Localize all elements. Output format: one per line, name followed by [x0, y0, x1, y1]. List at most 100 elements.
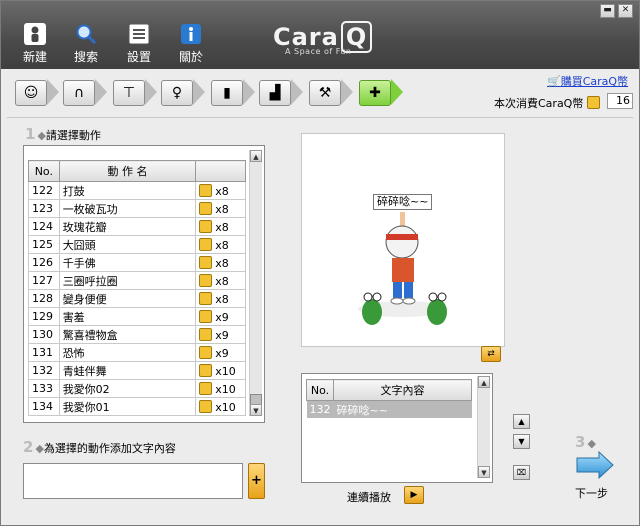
step-action[interactable]: ✚ — [359, 80, 391, 106]
new-button[interactable]: 新建 — [13, 23, 57, 65]
row-cost-value: x8 — [215, 256, 229, 270]
action-text-input[interactable] — [23, 463, 243, 499]
row-action-name: 打鼓 — [58, 181, 197, 200]
row-no: 122 — [28, 181, 60, 200]
minimize-button[interactable]: ▬ — [600, 4, 615, 18]
table-row[interactable]: 125 大囧頭 x8 — [28, 235, 246, 254]
table-row[interactable]: 123 一枚破瓦功 x8 — [28, 199, 246, 218]
row-cost: x8 — [195, 235, 246, 254]
step-arrow — [291, 79, 303, 105]
action-list: No. 動 作 名 122 打鼓 x8 123 一枚破瓦功 x8 124 玫瑰花瓣 x8 125 大… — [23, 145, 265, 423]
new-label: 新建 — [22, 50, 47, 64]
scroll-up-button[interactable]: ▲ — [250, 150, 262, 162]
text-scrollbar[interactable]: ▲ ▼ — [477, 376, 490, 478]
section1-num: 1 — [25, 125, 36, 143]
col-no[interactable]: No. — [28, 160, 60, 182]
table-row[interactable]: 132 青蛙伴舞 x10 — [28, 361, 246, 380]
play-button[interactable]: ▶ — [404, 486, 424, 504]
row-action-name: 青蛙伴舞 — [58, 361, 197, 380]
table-row[interactable]: 126 千手佛 x8 — [28, 253, 246, 272]
coin-icon — [199, 183, 213, 197]
character — [385, 212, 419, 305]
scroll-up-button[interactable]: ▲ — [478, 376, 490, 388]
action-table: No. 動 作 名 122 打鼓 x8 123 一枚破瓦功 x8 124 玫瑰花瓣 x8 125 大… — [28, 160, 246, 416]
add-text-button[interactable]: + — [248, 463, 265, 499]
row-no: 129 — [28, 307, 60, 326]
close-button[interactable]: ✕ — [618, 4, 633, 18]
text-row[interactable]: 132 碎碎唸~~ — [306, 400, 472, 418]
step-shirt[interactable]: ⊤ — [113, 80, 145, 106]
frog-left — [362, 292, 382, 325]
row-no: 127 — [28, 271, 60, 290]
avatar-preview — [301, 133, 505, 347]
step3-num-text: 3 — [575, 433, 586, 451]
step-hair[interactable]: ∩ — [63, 80, 95, 106]
move-down-button[interactable]: ▼ — [513, 434, 530, 449]
step-stairs[interactable]: ▟ — [259, 80, 291, 106]
search-label: 搜索 — [73, 50, 98, 64]
table-row[interactable]: 127 三圈呼拉圈 x8 — [28, 271, 246, 290]
step-arrow — [95, 79, 107, 105]
table-row[interactable]: 129 害羞 x9 — [28, 307, 246, 326]
step-arrow — [193, 79, 205, 105]
table-row[interactable]: 124 玫瑰花瓣 x8 — [28, 217, 246, 236]
row-action-name: 三圈呼拉圈 — [58, 271, 197, 290]
trash-icon: ⌧ — [516, 468, 527, 477]
section1-title: 1 ◆請選擇動作 — [25, 125, 101, 143]
row-no: 133 — [28, 379, 60, 398]
step-accessory[interactable]: ♀ — [161, 80, 193, 106]
table-row[interactable]: 133 我愛你02 x10 — [28, 379, 246, 398]
step-arrow — [47, 79, 59, 105]
col-action-name[interactable]: 動 作 名 — [58, 160, 197, 182]
buy-caraq-link[interactable]: 🛒購買CaraQ幣 — [547, 73, 628, 89]
row-cost-value: x10 — [215, 382, 236, 396]
spend-label: 本次消費CaraQ幣 — [494, 95, 600, 111]
scroll-down-button[interactable]: ▼ — [478, 466, 490, 478]
next-button[interactable] — [575, 450, 615, 483]
row-cost-value: x8 — [215, 274, 229, 288]
section1-title-text: 請選擇動作 — [45, 129, 101, 142]
row-cost: x8 — [195, 253, 246, 272]
step-door[interactable]: ▮ — [211, 80, 243, 106]
row-action-name: 驚喜禮物盒 — [58, 325, 197, 344]
coin-icon — [199, 345, 213, 359]
action-icon: ✚ — [369, 85, 381, 101]
step-face[interactable]: ☺ — [15, 80, 47, 106]
coin-icon — [199, 327, 213, 341]
coin-icon — [199, 399, 213, 413]
table-row[interactable]: 130 驚喜禮物盒 x9 — [28, 325, 246, 344]
step-hammer[interactable]: ⚒ — [309, 80, 341, 106]
table-row[interactable]: 131 恐怖 x9 — [28, 343, 246, 362]
search-button[interactable]: 搜索 — [64, 23, 108, 65]
spend-label-text: 本次消費CaraQ幣 — [494, 97, 584, 110]
settings-button[interactable]: 設置 — [117, 23, 161, 65]
col-text[interactable]: 文字內容 — [333, 379, 472, 401]
table-row[interactable]: 122 打鼓 x8 — [28, 181, 246, 200]
delete-button[interactable]: ⌧ — [513, 465, 530, 480]
table-row[interactable]: 128 變身便便 x8 — [28, 289, 246, 308]
app-window: ▬ ✕ 新建 搜索 設置 關於 Cara Q A Space of Fun ☺ … — [0, 0, 640, 526]
row-cost-value: x10 — [215, 400, 236, 414]
row-action-name: 害羞 — [58, 307, 197, 326]
next-label: 下一步 — [575, 487, 608, 500]
row-no: 134 — [28, 397, 60, 416]
move-up-button[interactable]: ▲ — [513, 414, 530, 429]
action-scrollbar[interactable]: ▲ ▼ — [249, 150, 262, 416]
table-row[interactable]: 134 我愛你01 x10 — [28, 397, 246, 416]
row-cost: x10 — [195, 397, 246, 416]
about-label: 關於 — [178, 50, 203, 64]
scroll-down-button[interactable]: ▼ — [250, 404, 262, 416]
row-action-name: 大囧頭 — [58, 235, 197, 254]
col-no[interactable]: No. — [306, 379, 334, 401]
play-icon: ▶ — [410, 490, 418, 500]
row-no: 128 — [28, 289, 60, 308]
about-button[interactable]: 關於 — [169, 23, 213, 65]
accessory-icon: ♀ — [171, 85, 183, 101]
row-action-name: 玫瑰花瓣 — [58, 217, 197, 236]
rotate-button[interactable]: ⇄ — [481, 346, 501, 362]
step-arrow — [243, 79, 255, 105]
avatar-figure — [358, 212, 448, 325]
cart-icon: 🛒 — [547, 75, 561, 88]
row-cost-value: x8 — [215, 184, 229, 198]
col-cost[interactable] — [195, 160, 246, 182]
